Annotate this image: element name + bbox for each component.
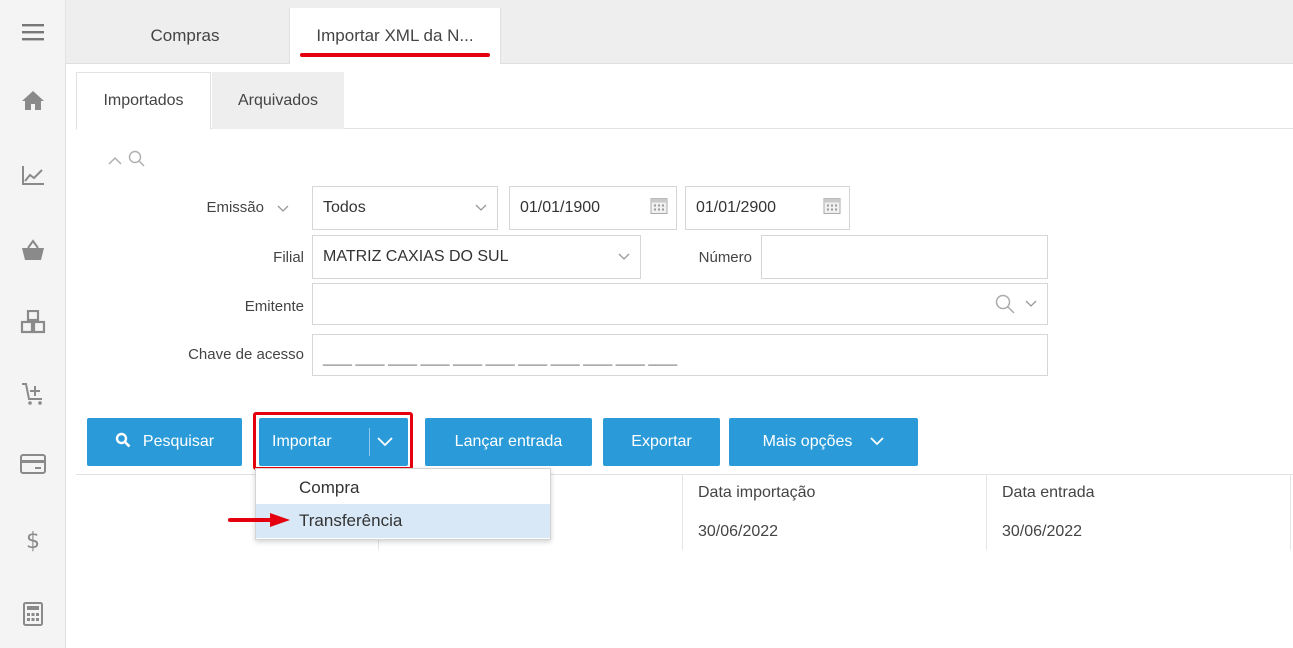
- date-to-value: 01/01/2900: [696, 199, 777, 216]
- menu-item-compra[interactable]: Compra: [256, 471, 550, 505]
- emissao-chevron-icon[interactable]: [277, 200, 289, 218]
- emitente-label: Emitente: [244, 298, 304, 315]
- tab-arquivados[interactable]: Arquivados: [212, 72, 344, 129]
- menu-icon[interactable]: [0, 12, 66, 52]
- exportar-label: Exportar: [631, 433, 692, 450]
- mais-opcoes-label: Mais opções: [762, 433, 853, 450]
- search-icon[interactable]: [995, 294, 1015, 319]
- filial-value: MATRIZ CAXIAS DO SUL: [323, 248, 509, 265]
- search-icon: [128, 150, 146, 173]
- svg-text:$: $: [26, 529, 40, 553]
- lancar-entrada-button[interactable]: Lançar entrada: [425, 418, 592, 466]
- calendar-icon[interactable]: [823, 197, 841, 220]
- active-tab-underline: [300, 53, 490, 57]
- menu-item-transferencia[interactable]: Transferência: [256, 504, 550, 538]
- cart-add-icon[interactable]: [0, 374, 66, 414]
- emissao-label: Emissão: [206, 199, 264, 216]
- chave-placeholder: ____ ____ ____ ____ ____ ____ ____ ____ …: [323, 350, 678, 366]
- column-header-data-importacao[interactable]: Data importação: [698, 484, 815, 502]
- search-icon: [115, 432, 131, 453]
- table-cell-data-entrada: 30/06/2022: [1002, 523, 1083, 540]
- sidebar: $: [0, 0, 66, 648]
- calculator-icon[interactable]: [0, 594, 66, 634]
- menu-item-transferencia-label: Transferência: [299, 511, 403, 530]
- tab-compras[interactable]: Compras: [86, 8, 284, 64]
- home-icon[interactable]: [0, 80, 66, 120]
- chart-icon[interactable]: [0, 155, 66, 195]
- chave-field[interactable]: ____ ____ ____ ____ ____ ____ ____ ____ …: [312, 334, 1048, 376]
- column-header-data-entrada[interactable]: Data entrada: [1002, 484, 1095, 502]
- filial-select[interactable]: MATRIZ CAXIAS DO SUL: [312, 235, 641, 279]
- chevron-down-icon: [618, 248, 630, 266]
- boxes-icon[interactable]: [0, 302, 66, 342]
- date-to-field[interactable]: 01/01/2900: [685, 186, 850, 230]
- numero-field[interactable]: [761, 235, 1048, 279]
- pesquisar-label: Pesquisar: [142, 433, 215, 450]
- filial-label: Filial: [273, 249, 304, 266]
- chevron-down-icon: [870, 433, 885, 451]
- column-divider: [682, 474, 683, 550]
- date-from-field[interactable]: 01/01/1900: [509, 186, 677, 230]
- top-tab-bar: Compras Importar XML da N...: [66, 0, 1293, 64]
- tab-importados-label: Importados: [103, 92, 184, 109]
- menu-item-compra-label: Compra: [299, 478, 360, 497]
- exportar-button[interactable]: Exportar: [603, 418, 720, 466]
- basket-icon[interactable]: [0, 230, 66, 270]
- importar-highlight-box: [253, 412, 413, 470]
- date-from-value: 01/01/1900: [520, 199, 601, 216]
- importar-dropdown-menu: Compra Transferência: [255, 468, 551, 540]
- tab-arquivados-label: Arquivados: [237, 91, 319, 109]
- tab-importar-xml-label: Importar XML da N...: [316, 26, 474, 45]
- table-cell-data-importacao: 30/06/2022: [698, 523, 779, 540]
- annotation-arrow-icon: [228, 510, 294, 535]
- dollar-icon[interactable]: $: [0, 520, 66, 560]
- column-divider: [986, 474, 987, 550]
- emissao-select[interactable]: Todos: [312, 186, 498, 230]
- tab-importados[interactable]: Importados: [76, 72, 211, 130]
- chave-label: Chave de acesso: [188, 346, 304, 363]
- card-icon[interactable]: [0, 444, 66, 484]
- mais-opcoes-button[interactable]: Mais opções: [729, 418, 918, 466]
- tab-compras-label: Compras: [150, 26, 220, 45]
- chevron-down-icon: [475, 199, 487, 217]
- chevron-down-icon[interactable]: [1025, 295, 1037, 313]
- calendar-icon[interactable]: [650, 197, 668, 220]
- column-divider: [1290, 474, 1291, 550]
- emissao-value: Todos: [323, 199, 366, 216]
- pesquisar-button[interactable]: Pesquisar: [87, 418, 242, 466]
- chevron-up-icon: [108, 153, 122, 171]
- lancar-entrada-label: Lançar entrada: [454, 433, 563, 450]
- filter-toggle[interactable]: [108, 150, 146, 173]
- emitente-field[interactable]: [312, 283, 1048, 325]
- inner-tab-bar: Importados Arquivados: [76, 72, 1293, 130]
- numero-label: Número: [698, 249, 752, 266]
